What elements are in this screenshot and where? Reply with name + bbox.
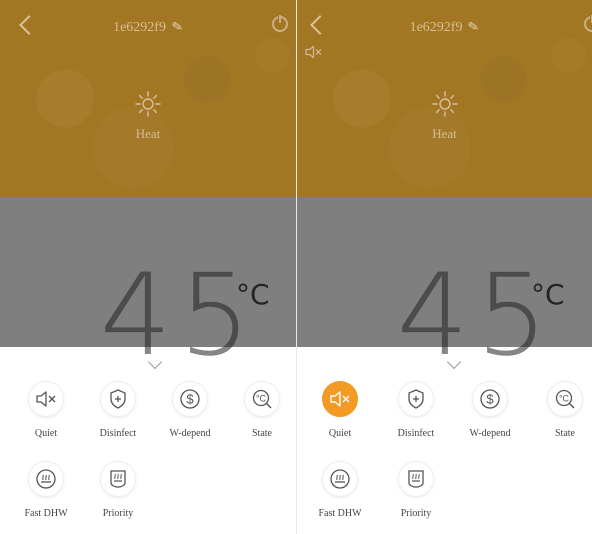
device-screen-right: 1e6292f9 ✎ Heat 45 °C Quiet Disinfect $ … — [297, 0, 592, 534]
speaker-mute-icon — [36, 391, 56, 407]
svg-text:°C: °C — [256, 394, 267, 404]
device-title[interactable]: 1e6292f9 ✎ — [297, 18, 592, 36]
feature-label: Fast DHW — [24, 508, 68, 519]
temperature-search-icon: °C — [252, 389, 272, 409]
shield-plus-icon — [408, 389, 424, 409]
temperature-value: 45 — [100, 251, 259, 381]
w-depend-button[interactable]: $ — [172, 381, 208, 417]
power-icon[interactable] — [272, 14, 288, 32]
feature-w-depend[interactable]: $ W-depend — [150, 381, 230, 439]
device-screen-left: 1e6292f9 ✎ Heat 45 °C Quiet Disinfect $ … — [0, 0, 297, 534]
feature-label: Priority — [102, 508, 134, 519]
device-name: 1e6292f9 — [113, 20, 166, 35]
feature-label: State — [252, 428, 272, 439]
feature-quiet[interactable]: Quiet — [6, 381, 86, 439]
priority-button[interactable] — [100, 461, 136, 497]
speaker-mute-icon — [330, 391, 350, 407]
feature-quiet[interactable]: Quiet — [300, 381, 380, 439]
state-button[interactable]: °C — [547, 381, 583, 417]
temperature-value: 45 — [397, 251, 556, 381]
pencil-icon[interactable]: ✎ — [467, 18, 481, 36]
feature-priority[interactable]: Priority — [376, 461, 456, 519]
water-heater-icon — [36, 469, 56, 489]
device-title[interactable]: 1e6292f9 ✎ — [0, 18, 296, 36]
temperature-unit: °C — [531, 278, 565, 311]
svg-text:°C: °C — [559, 394, 570, 404]
shield-plus-icon — [110, 389, 126, 409]
priority-button[interactable] — [398, 461, 434, 497]
feature-disinfect[interactable]: Disinfect — [78, 381, 158, 439]
feature-fast-dhw[interactable]: Fast DHW — [6, 461, 86, 519]
feature-state[interactable]: °C State — [525, 381, 592, 439]
hot-tank-icon — [110, 470, 126, 488]
feature-disinfect[interactable]: Disinfect — [376, 381, 456, 439]
feature-w-depend[interactable]: $ W-depend — [450, 381, 530, 439]
device-name: 1e6292f9 — [409, 20, 463, 35]
feature-label: Disinfect — [99, 428, 137, 439]
quiet-button[interactable] — [28, 381, 64, 417]
quiet-button[interactable] — [322, 381, 358, 417]
svg-text:$: $ — [186, 392, 194, 407]
feature-priority[interactable]: Priority — [78, 461, 158, 519]
state-button[interactable]: °C — [244, 381, 280, 417]
feature-label: Quiet — [34, 428, 58, 439]
feature-label: W-depend — [469, 428, 511, 439]
dollar-icon: $ — [180, 389, 200, 409]
temperature-unit: °C — [236, 278, 270, 311]
fast-dhw-button[interactable] — [322, 461, 358, 497]
sun-icon — [135, 91, 161, 117]
feature-label: State — [555, 428, 575, 439]
feature-label: Fast DHW — [318, 508, 362, 519]
mode-indicator: Heat — [297, 90, 592, 142]
feature-state[interactable]: °C State — [222, 381, 296, 439]
dollar-icon: $ — [480, 389, 500, 409]
hot-tank-icon — [408, 470, 424, 488]
feature-label: W-depend — [169, 428, 211, 439]
sun-icon — [431, 91, 458, 117]
svg-text:$: $ — [486, 392, 494, 407]
speaker-mute-icon — [305, 45, 322, 59]
mode-label: Heat — [135, 126, 161, 141]
disinfect-button[interactable] — [100, 381, 136, 417]
mode-indicator: Heat — [0, 90, 296, 142]
pencil-icon[interactable]: ✎ — [171, 18, 185, 36]
temperature-search-icon: °C — [555, 389, 575, 409]
feature-label: Quiet — [328, 428, 352, 439]
fast-dhw-button[interactable] — [28, 461, 64, 497]
feature-label: Priority — [400, 508, 432, 519]
disinfect-button[interactable] — [398, 381, 434, 417]
water-heater-icon — [330, 469, 350, 489]
w-depend-button[interactable]: $ — [472, 381, 508, 417]
feature-fast-dhw[interactable]: Fast DHW — [300, 461, 380, 519]
feature-label: Disinfect — [397, 428, 435, 439]
mode-label: Heat — [432, 126, 457, 141]
